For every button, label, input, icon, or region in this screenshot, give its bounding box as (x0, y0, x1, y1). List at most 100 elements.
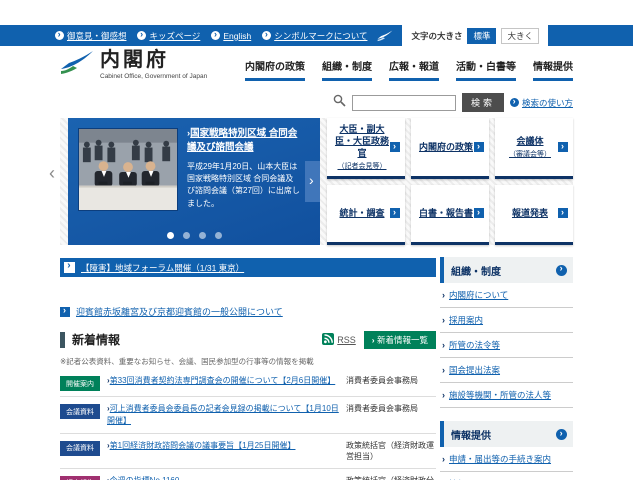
chevron-right-icon (442, 454, 445, 465)
news-item-link[interactable]: 河上消費者委員会委員長の記者会見録の掲載について【1月10日開催】 (107, 403, 346, 428)
topbar-link-kids[interactable]: キッズページ (137, 30, 200, 42)
news-item-link[interactable]: 第1回経済財政諮問会議の議事要旨【1月25日開催】 (107, 440, 346, 452)
rss-icon (322, 333, 334, 347)
nav-public-relations[interactable]: 広報・報道 (389, 58, 439, 81)
chevron-right-icon (474, 208, 484, 218)
topbar-link-english[interactable]: English (211, 31, 251, 41)
quick-link-label: 大臣・副大臣・大臣政務官 (331, 123, 393, 159)
chevron-right-icon (442, 290, 445, 301)
quick-link-statistics[interactable]: 統計・調査 (327, 185, 405, 246)
sidebar-item-laws[interactable]: 所管の法令等 (440, 333, 573, 357)
notice-banner-link[interactable]: 【障害】地域フォーラム開催（1/31 東京） (81, 262, 244, 274)
quick-link-label: 会議体 (516, 135, 543, 147)
nav-information[interactable]: 情報提供 (533, 58, 573, 81)
carousel-dot[interactable] (215, 232, 222, 239)
quick-link-label: 内閣府の政策 (419, 141, 473, 153)
chevron-right-icon (211, 31, 220, 40)
news-list: 開催案内 第33回消費者契約法専門調査会の開催について【2月6日開催】 消費者委… (60, 369, 436, 480)
carousel-dot[interactable] (167, 232, 174, 239)
news-item-link[interactable]: 第33回消費者契約法専門調査会の開催について【2月6日開催】 (107, 375, 346, 387)
carousel-dots (68, 232, 320, 239)
sidebar-item-diet-bills[interactable]: 国会提出法案 (440, 358, 573, 382)
quick-link-ministers[interactable]: 大臣・副大臣・大臣政務官 （記者会見等） (327, 118, 405, 179)
topbar-link-feedback[interactable]: 御意見・御感想 (55, 30, 127, 42)
news-title: 新着情報 (60, 332, 120, 348)
news-row: 開催案内 第33回消費者契約法専門調査会の開催について【2月6日開催】 消費者委… (60, 369, 436, 397)
sidebar-list: 内閣府について 採用案内 所管の法令等 国会提出法案 施設等機関・所管の法人等 (440, 283, 573, 408)
sidebar: 組織・制度 内閣府について 採用案内 所管の法令等 国会提出法案 (440, 257, 573, 480)
carousel-dot[interactable] (183, 232, 190, 239)
chevron-right-icon (390, 142, 400, 152)
chevron-right-icon (390, 208, 400, 218)
font-size-control: 文字の大きさ 標準 大きく (402, 25, 548, 46)
quick-link-policy[interactable]: 内閣府の政策 (411, 118, 489, 179)
chevron-right-icon (474, 142, 484, 152)
carousel-prev-button[interactable] (49, 164, 61, 184)
sidebar-header-label: 情報提供 (451, 427, 491, 442)
font-size-large-button[interactable]: 大きく (501, 28, 539, 44)
news-department: 政策統括官（経済財政分析担当） (346, 475, 436, 480)
search-button[interactable]: 検索 (462, 93, 504, 112)
search-help-link[interactable]: 検索の使い方 (510, 97, 573, 109)
sidebar-item-about-cao[interactable]: 内閣府について (440, 283, 573, 307)
quick-link-sublabel: （記者会見等） (338, 161, 387, 171)
quick-links: 大臣・副大臣・大臣政務官 （記者会見等） 内閣府の政策 会議体 （審議会等） 統… (327, 118, 573, 245)
quick-link-label: 白書・報告書 (419, 207, 473, 219)
topbar-link-label: キッズページ (149, 30, 200, 42)
news-note: ※記者公表資料、重要なお知らせ、会議、国民参加型の行事等の情報を掲載 (60, 356, 436, 367)
page: 御意見・御感想 キッズページ English シンボルマークについて 文字の大き… (0, 0, 633, 480)
carousel-text: 国家戦略特別区域 合同会議及び諮問会議 平成29年1月20日、山本大臣は国家戦略… (187, 127, 301, 210)
chevron-right-icon (60, 307, 70, 317)
chevron-right-icon (510, 98, 519, 107)
sidebar-item-recruitment[interactable]: 採用案内 (440, 308, 573, 332)
news-list-button[interactable]: 新着情報一覧 (364, 331, 436, 349)
sidebar-item-disclosure[interactable]: 情報公開 (440, 472, 573, 480)
quick-link-label: 報道発表 (512, 207, 548, 219)
carousel-dot[interactable] (199, 232, 206, 239)
news-item-link[interactable]: 今週の指標No.1160 (107, 475, 346, 480)
chevron-right-icon (262, 31, 271, 40)
nav-organization[interactable]: 組織・制度 (322, 58, 372, 81)
rss-link[interactable]: RSS (322, 333, 356, 347)
search-bar: 検索 検索の使い方 (333, 93, 573, 112)
search-input[interactable] (352, 95, 456, 111)
chevron-right-icon (64, 262, 75, 273)
cao-logo-icon (60, 50, 94, 81)
news-department: 消費者委員会事務局 (346, 403, 436, 415)
carousel-description: 平成29年1月20日、山本大臣は国家戦略特別区域 合同会議及び諮問会議（第27回… (187, 161, 301, 211)
site-logo[interactable]: 内閣府 Cabinet Office, Government of Japan (60, 50, 207, 81)
main-nav: 内閣府の政策 組織・制度 広報・報道 活動・白書等 情報提供 (245, 58, 573, 81)
news-badge: 調査報告 (60, 476, 100, 480)
sidebar-header-organization[interactable]: 組織・制度 (440, 257, 573, 283)
chevron-right-icon (137, 31, 146, 40)
sidebar-item-facilities[interactable]: 施設等機関・所管の法人等 (440, 383, 573, 407)
chevron-right-icon (55, 31, 64, 40)
nav-activities-whitepapers[interactable]: 活動・白書等 (456, 58, 516, 81)
carousel: 国家戦略特別区域 合同会議及び諮問会議 平成29年1月20日、山本大臣は国家戦略… (68, 118, 320, 245)
topbar-link-label: シンボルマークについて (274, 30, 367, 42)
news-row: 調査報告 今週の指標No.1160 政策統括官（経済財政分析担当） (60, 469, 436, 480)
quick-link-whitepapers[interactable]: 白書・報告書 (411, 185, 489, 246)
carousel-next-button[interactable] (305, 161, 320, 202)
sidebar-header-information[interactable]: 情報提供 (440, 421, 573, 447)
topbar-link-symbol-mark[interactable]: シンボルマークについて (262, 30, 367, 42)
carousel-photo (78, 128, 178, 211)
nav-policy[interactable]: 内閣府の政策 (245, 58, 305, 81)
news-header-actions: RSS 新着情報一覧 (322, 331, 436, 349)
font-size-standard-button[interactable]: 標準 (467, 28, 496, 44)
quick-link-label: 統計・調査 (339, 207, 384, 219)
logo-text: 内閣府 Cabinet Office, Government of Japan (100, 50, 207, 80)
chevron-right-icon (442, 340, 445, 351)
news-badge: 会議資料 (60, 441, 100, 456)
sidebar-item-procedures[interactable]: 申請・届出等の手続き案内 (440, 447, 573, 471)
quick-link-sublabel: （審議会等） (509, 149, 551, 159)
notice-banner[interactable]: 【障害】地域フォーラム開催（1/31 東京） (60, 258, 436, 277)
cao-swoosh-icon (377, 30, 393, 42)
site-subtitle: Cabinet Office, Government of Japan (100, 73, 207, 80)
topbar: 御意見・御感想 キッズページ English シンボルマークについて 文字の大き… (0, 25, 633, 46)
quick-link-press-releases[interactable]: 報道発表 (495, 185, 573, 246)
quick-link-councils[interactable]: 会議体 （審議会等） (495, 118, 573, 179)
carousel-title-link[interactable]: 国家戦略特別区域 合同会議及び諮問会議 (187, 127, 301, 155)
news-row: 会議資料 河上消費者委員会委員長の記者会見録の掲載について【1月10日開催】 消… (60, 397, 436, 434)
notice-link[interactable]: 迎賓館赤坂離宮及び京都迎賓館の一般公開について (60, 305, 283, 318)
